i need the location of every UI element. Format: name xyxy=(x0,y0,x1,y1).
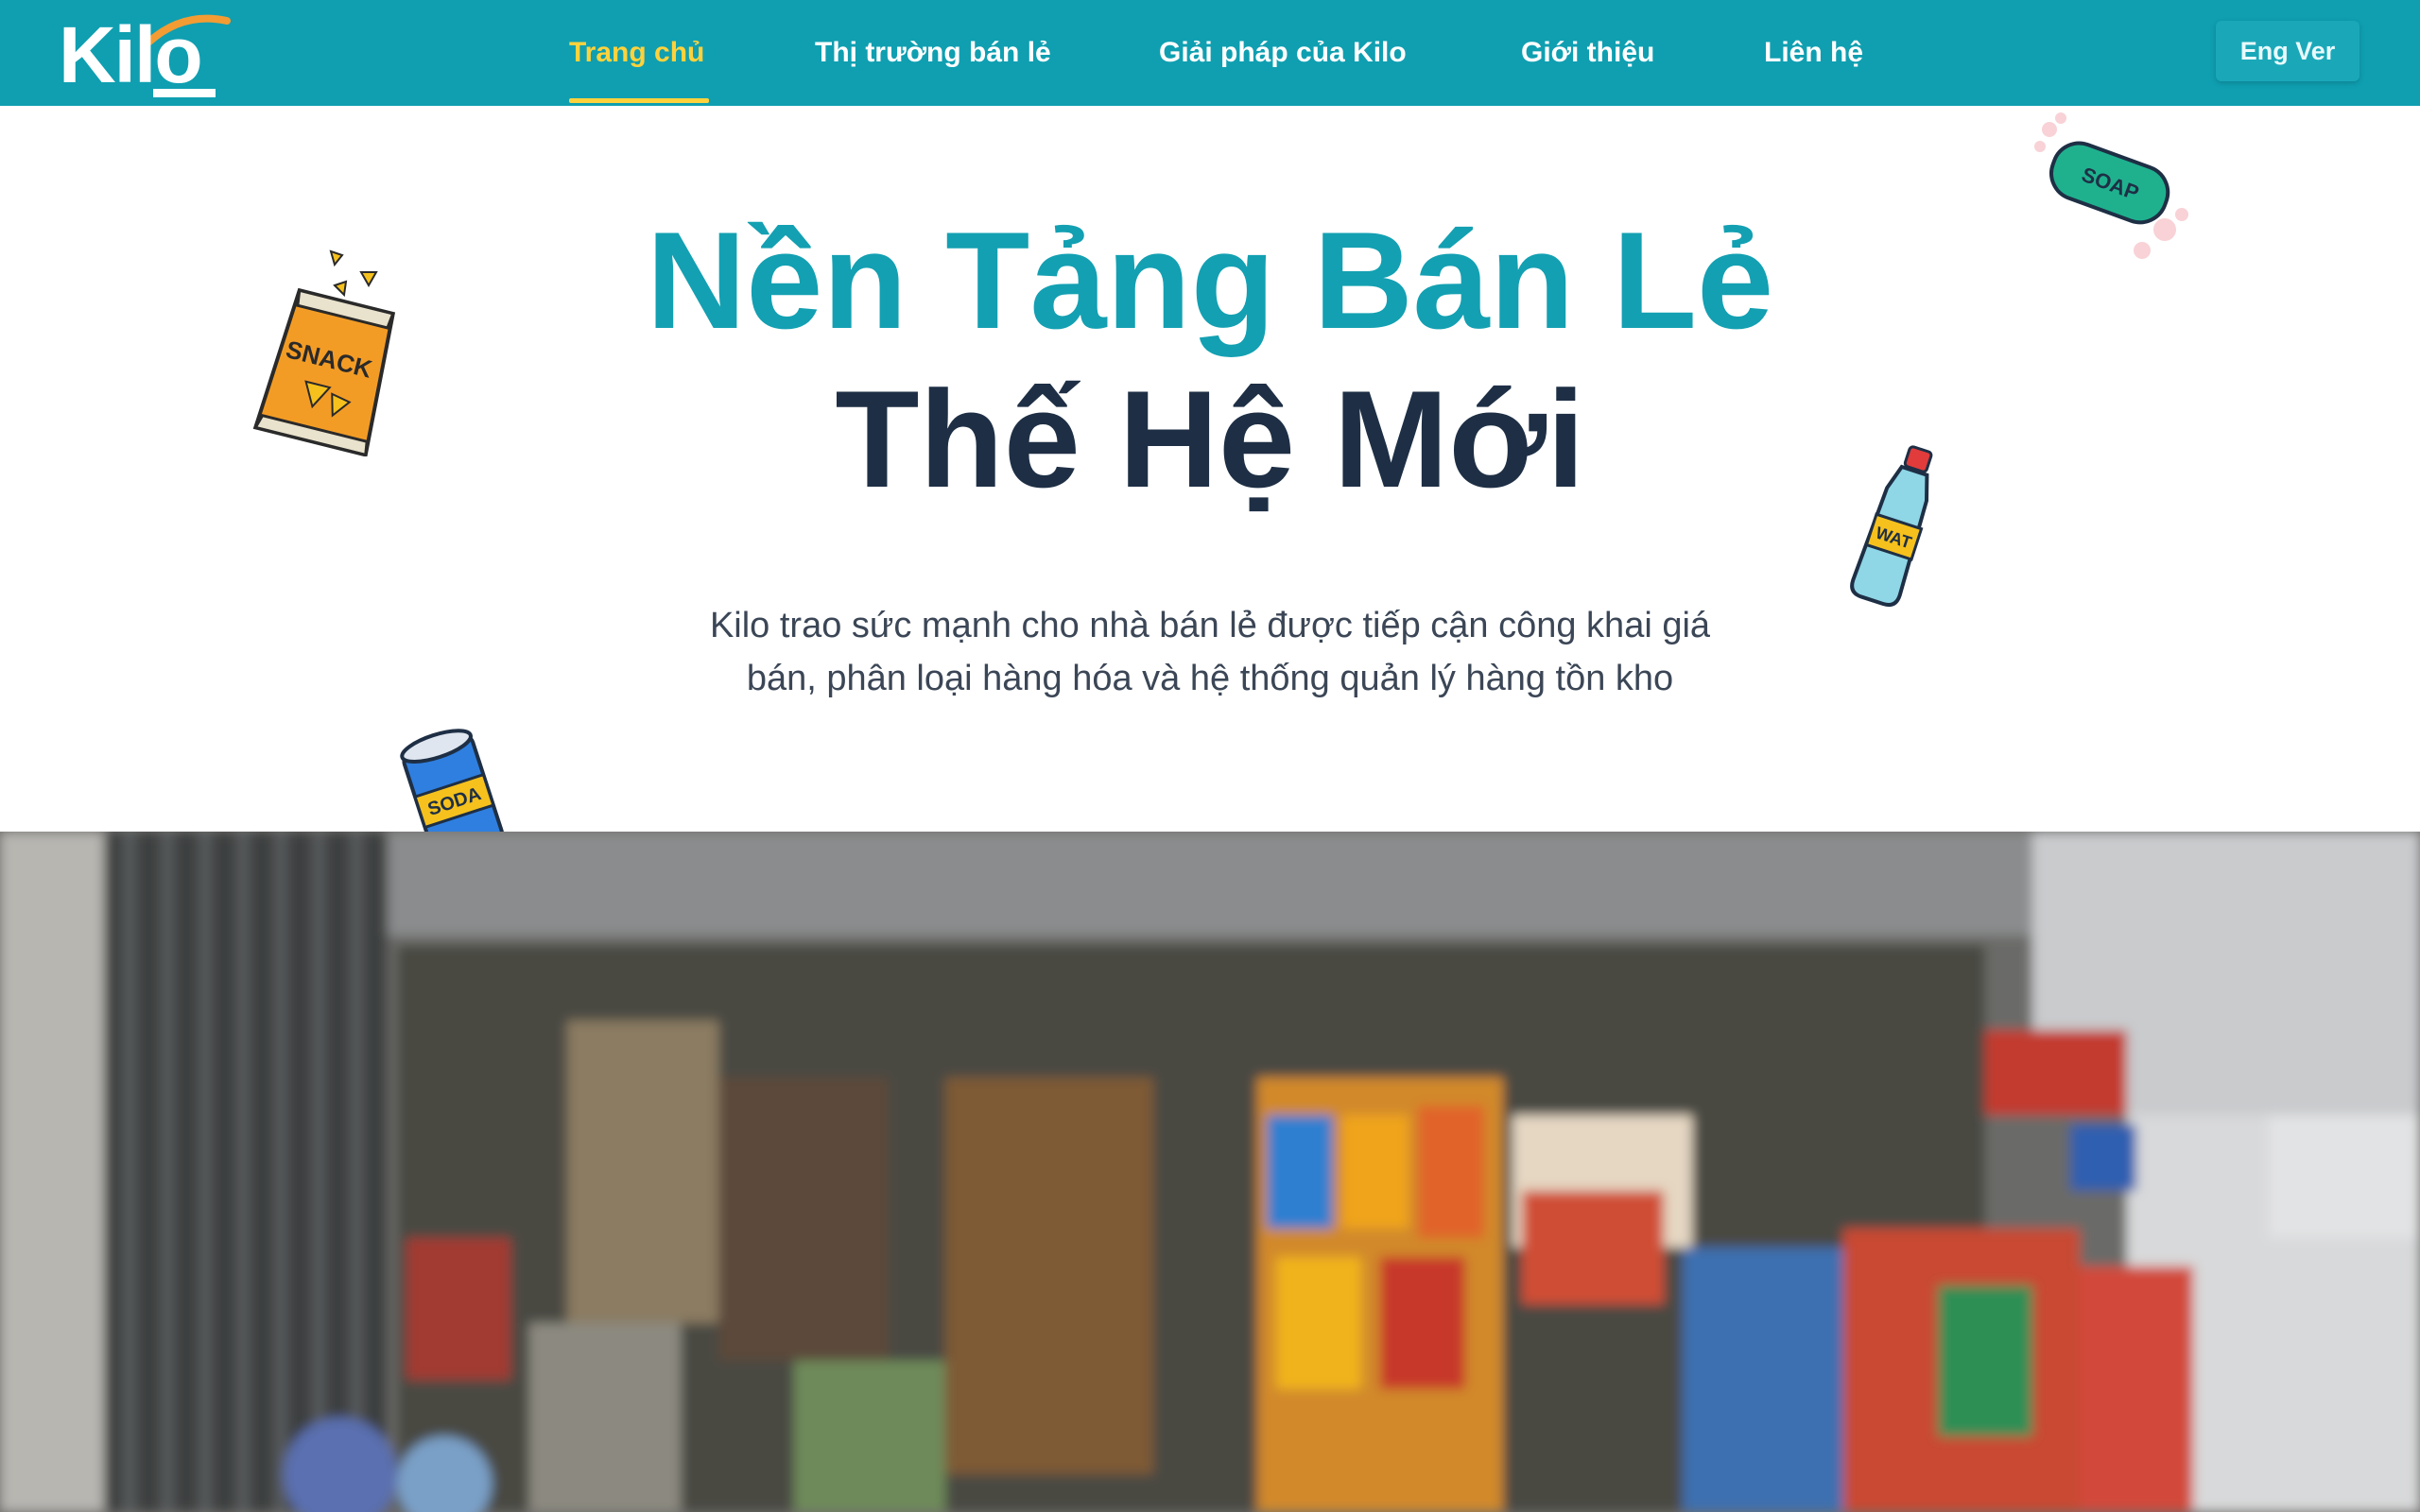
nav-home[interactable]: Trang chủ xyxy=(569,0,704,106)
nav-kilo-solutions[interactable]: Giải pháp của Kilo xyxy=(1159,0,1407,106)
nav-about[interactable]: Giới thiệu xyxy=(1521,0,1654,106)
soap-bar-icon: SOAP xyxy=(2034,112,2188,259)
logo-underline xyxy=(153,89,216,97)
english-version-button[interactable]: Eng Ver xyxy=(2216,21,2360,81)
water-bottle-icon: WAT xyxy=(1850,445,1933,608)
hero-storefront-photo xyxy=(0,832,2420,1512)
logo-text: Kilo xyxy=(59,10,203,99)
nav-contact[interactable]: Liên hệ xyxy=(1764,0,1863,106)
kilo-logo[interactable]: Kilo xyxy=(59,9,231,99)
hero-subtitle: Kilo trao sức mạnh cho nhà bán lẻ được t… xyxy=(709,606,1711,698)
snack-bag-icon: SNACK xyxy=(252,249,396,456)
storefront-photo-illustration xyxy=(0,832,2420,1512)
top-navbar: Kilo Trang chủ Thị trường bán lẻ Giải ph… xyxy=(0,0,2420,106)
nav-retail-market[interactable]: Thị trường bán lẻ xyxy=(815,0,1051,106)
nav-active-indicator xyxy=(569,98,709,103)
